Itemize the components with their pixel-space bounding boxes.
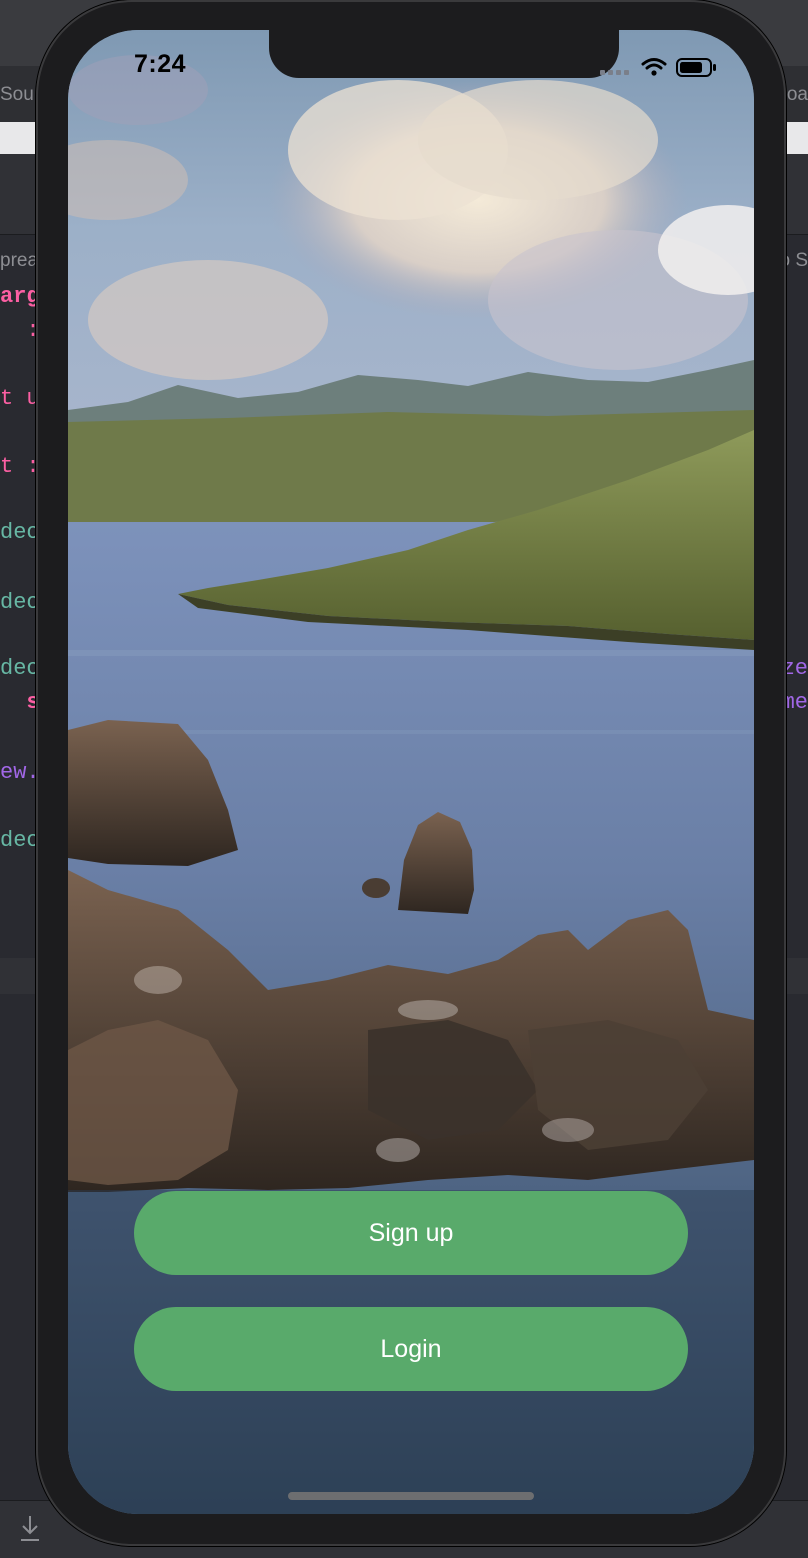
code-line: deo: [0, 590, 40, 615]
status-bar-icons: [600, 58, 716, 77]
code-line: t :: [0, 454, 40, 479]
code-line: s: [0, 690, 40, 715]
code-line: deo: [0, 656, 40, 681]
code-line: :: [0, 318, 40, 343]
wifi-icon: [641, 58, 667, 76]
battery-icon: [676, 58, 716, 77]
sign-up-button[interactable]: Sign up: [134, 1191, 688, 1275]
code-line: t u: [0, 386, 40, 411]
code-line: ew.: [0, 760, 40, 785]
login-button[interactable]: Login: [134, 1307, 688, 1391]
code-line: deo: [0, 828, 40, 853]
xcode-tab-left[interactable]: Sou: [0, 84, 34, 106]
iphone-simulator: 7:24 Sign up Login: [36, 0, 786, 1546]
home-indicator[interactable]: [288, 1492, 534, 1500]
xcode-breadcrumb-left[interactable]: prea: [0, 250, 38, 272]
cellular-signal-icon: [600, 70, 629, 75]
landscape-background-image: [68, 30, 754, 1514]
device-notch: [269, 30, 619, 78]
app-screen: 7:24 Sign up Login: [68, 30, 754, 1514]
download-icon[interactable]: [18, 1514, 42, 1544]
xcode-tab-right[interactable]: oa: [787, 84, 808, 106]
code-line: arg: [0, 284, 40, 309]
code-line: deo: [0, 520, 40, 545]
status-bar-time: 7:24: [134, 50, 187, 78]
